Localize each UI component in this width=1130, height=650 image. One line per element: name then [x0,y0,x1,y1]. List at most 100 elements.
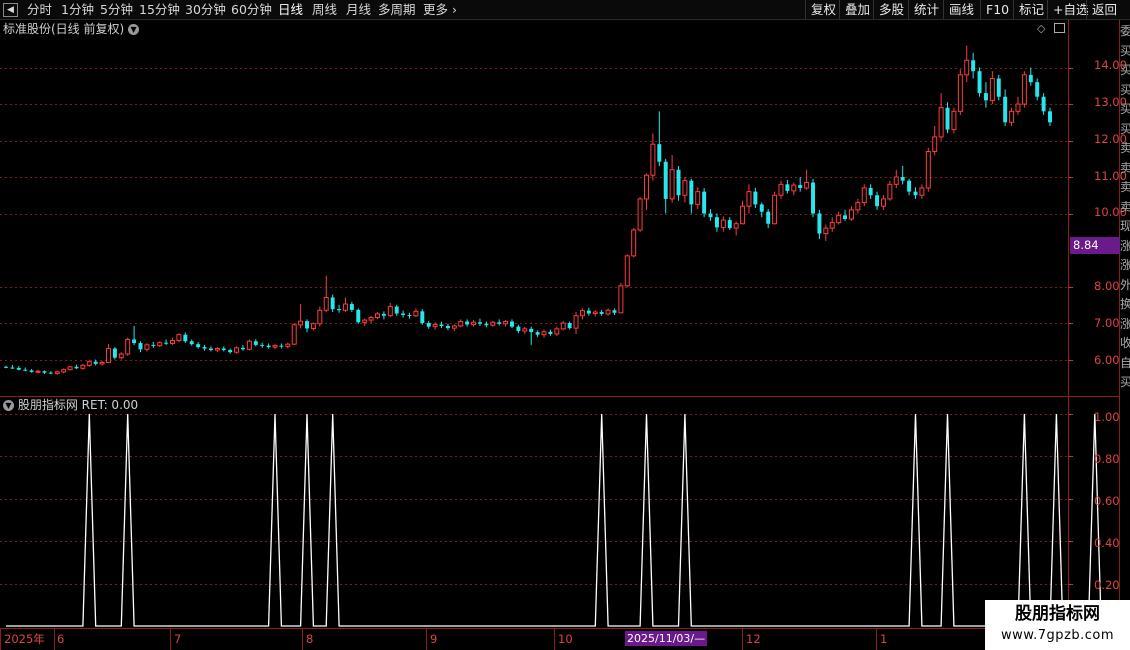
candle [86,360,92,367]
candle [522,326,528,334]
candle-body [836,214,842,224]
candle-body [951,110,957,131]
candle [650,133,656,181]
candle-body [342,303,348,311]
candle-body [1021,74,1027,105]
candle-body [753,191,758,205]
candle [605,308,611,316]
candle-body [529,328,534,333]
candle [1028,67,1033,86]
candle [1009,107,1015,126]
quote-panel-char: 外 [1120,277,1130,292]
candle [93,359,98,366]
chart-canvas: 14.00 13.00 12.00 11.00 10.00 8.00 7.00 … [0,20,1130,650]
time-tick: 2025年 [4,632,45,646]
candle-body [811,182,816,214]
candle-body [1009,110,1015,123]
candle-body [733,223,739,229]
candle-body [42,371,47,373]
candle [279,343,284,349]
candle-body [497,322,502,324]
candle-body [310,323,316,329]
candle [310,322,316,331]
candle-body [490,321,496,326]
candle [157,341,163,348]
candle [951,107,957,134]
candle [451,324,457,332]
quote-panel-char: 自 [1120,355,1130,370]
watermark: 股朋指标网 www.7gpzb.com [985,600,1130,650]
candle-body [394,306,399,314]
indicator-title: ▼ 股朋指标网 RET: 0.00 [3,398,138,412]
candle [989,71,995,105]
dropdown-icon[interactable]: ▼ [3,400,14,411]
candle-body [477,322,482,324]
quote-panel-char: 涨 [1120,258,1130,272]
candle [61,368,67,374]
time-tick: 10 [558,632,573,646]
candle [1015,96,1021,115]
candle [925,147,931,192]
candle [778,180,784,199]
quote-panel-char: 涨 [1120,316,1130,331]
quote-panel-char: 换 [1120,297,1130,311]
candle [708,209,713,221]
candle [387,302,393,318]
candle-body [669,169,675,200]
candle-body [1003,96,1008,123]
candle [880,195,886,210]
candle-body [413,310,419,317]
candle [305,319,310,333]
candle [919,184,925,199]
candle-body [253,341,258,345]
candle [35,369,41,374]
candle-body [80,364,86,369]
candle [246,339,252,351]
candle-body [164,342,169,344]
signal-series [6,413,1130,627]
candle-body [196,344,201,348]
candle [497,319,502,326]
candle-body [176,334,182,342]
candle [932,125,938,156]
quote-panel-char: 委 [1120,24,1130,38]
candle [356,308,361,324]
candle-body [612,310,617,313]
candle-body [766,211,771,224]
candle-body [682,180,688,196]
candle [689,178,694,214]
candle [337,304,342,313]
candle-body [132,339,137,344]
quote-panel-char: 买 [1120,63,1130,77]
candle [471,320,477,327]
candle [208,346,213,352]
candle [266,343,271,349]
candle-body [829,222,835,229]
candle [10,364,15,369]
candle [599,309,604,316]
candle [260,342,265,348]
candle [214,347,220,353]
candle-body [67,366,73,371]
candle-body [798,185,803,188]
candle-body [260,344,265,346]
candle [727,217,732,230]
candle [330,294,335,313]
candle-body [151,344,156,346]
candle-body [868,187,873,196]
candle-body [740,205,746,225]
candle [420,309,425,325]
candle-body [880,198,886,207]
candle [548,329,553,336]
time-tick: 12 [746,632,761,646]
candle [861,184,867,207]
candle [938,93,944,141]
candle-body [702,191,707,214]
candle-body [971,60,976,72]
candle-body [298,320,304,326]
candle [567,321,572,330]
candle-body [900,177,905,181]
candle [868,184,873,199]
candle [971,52,976,79]
candle-body [105,348,111,363]
